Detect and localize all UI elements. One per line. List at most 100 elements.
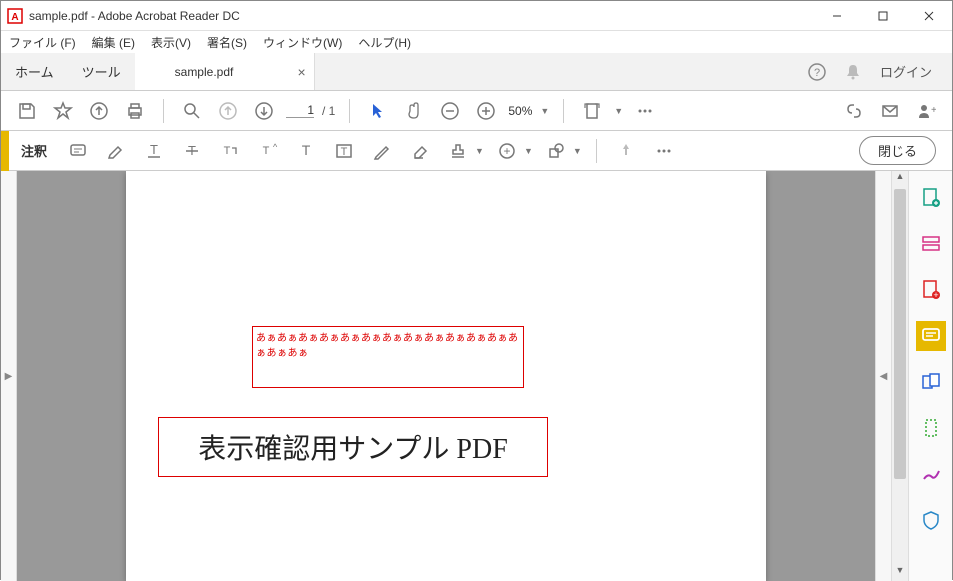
annotation-textbox-1[interactable]: あぁあぁあぁあぁあぁあぁあぁあぁあぁあぁあぁあぁあぁあぁあぁ [252, 326, 524, 388]
shapes-dropdown-icon[interactable]: ▼ [573, 146, 582, 156]
organize-pages-icon[interactable] [916, 229, 946, 259]
right-panel-handle[interactable]: ◀ [875, 171, 891, 581]
scroll-up-icon[interactable]: ▲ [892, 171, 908, 187]
zoom-in-icon[interactable] [472, 97, 500, 125]
more-tools-icon[interactable] [631, 97, 659, 125]
stamp-dropdown-icon[interactable]: ▼ [475, 146, 484, 156]
annotation-textbox-2[interactable]: 表示確認用サンプル PDF [158, 417, 548, 477]
sticky-note-icon[interactable] [63, 137, 93, 165]
vertical-scrollbar[interactable]: ▲ ▼ [891, 171, 908, 581]
page-number-input[interactable] [286, 103, 314, 118]
svg-text:+: + [931, 105, 936, 116]
tab-document-label: sample.pdf [175, 65, 234, 79]
login-button[interactable]: ログイン [880, 62, 932, 81]
fit-dropdown-icon[interactable]: ▼ [614, 106, 623, 116]
comments-panel-icon[interactable] [916, 321, 946, 351]
titlebar: A sample.pdf - Adobe Acrobat Reader DC [1, 1, 952, 31]
scroll-down-icon[interactable]: ▼ [892, 565, 908, 581]
svg-text:T: T [150, 142, 158, 157]
svg-text:T: T [341, 146, 348, 158]
window-title: sample.pdf - Adobe Acrobat Reader DC [29, 9, 814, 23]
document-viewer[interactable]: あぁあぁあぁあぁあぁあぁあぁあぁあぁあぁあぁあぁあぁあぁあぁ 表示確認用サンプル… [17, 171, 875, 581]
eraser-icon[interactable] [405, 137, 435, 165]
star-icon[interactable] [49, 97, 77, 125]
prev-page-icon[interactable] [214, 97, 242, 125]
menu-sign[interactable]: 署名(S) [203, 32, 251, 53]
save-icon[interactable] [13, 97, 41, 125]
left-panel-handle[interactable]: ▶ [1, 171, 17, 581]
app-icon: A [7, 8, 23, 24]
help-icon[interactable]: ? [808, 63, 826, 81]
next-page-icon[interactable] [250, 97, 278, 125]
pin-icon[interactable] [611, 137, 641, 165]
tab-home[interactable]: ホーム [1, 53, 68, 90]
upload-icon[interactable] [85, 97, 113, 125]
search-icon[interactable] [178, 97, 206, 125]
window-controls [814, 1, 952, 31]
bell-icon[interactable] [844, 63, 862, 81]
page-total: / 1 [322, 104, 335, 118]
menubar: ファイル (F) 編集 (E) 表示(V) 署名(S) ウィンドウ(W) ヘルプ… [1, 31, 952, 53]
menu-file[interactable]: ファイル (F) [5, 32, 80, 53]
tab-document[interactable]: sample.pdf × [135, 53, 315, 90]
annotation-text-1: あぁあぁあぁあぁあぁあぁあぁあぁあぁあぁあぁあぁあぁあぁあぁ [253, 327, 523, 361]
zoom-dropdown-icon[interactable]: ▼ [540, 106, 549, 116]
insert-text-icon[interactable]: T^ [253, 137, 283, 165]
compress-icon[interactable] [916, 413, 946, 443]
comments-label: 注釈 [21, 141, 47, 160]
create-pdf-icon[interactable]: + [916, 275, 946, 305]
fit-page-icon[interactable] [578, 97, 606, 125]
close-tab-icon[interactable]: × [297, 64, 305, 80]
strikethrough-icon[interactable]: T [177, 137, 207, 165]
main-toolbar: / 1 50% ▼ ▼ + [1, 91, 952, 131]
attach-dropdown-icon[interactable]: ▼ [524, 146, 533, 156]
zoom-value[interactable]: 50% [508, 104, 532, 118]
minimize-button[interactable] [814, 1, 860, 31]
email-icon[interactable] [876, 97, 904, 125]
shapes-icon[interactable] [541, 137, 571, 165]
menu-view[interactable]: 表示(V) [147, 32, 195, 53]
svg-text:T: T [302, 142, 311, 158]
svg-text:+: + [933, 290, 938, 300]
comments-toolbar: 注釈 T T T T^ T T ▼ + ▼ ▼ 閉じる [1, 131, 952, 171]
tools-side-panel: + [908, 171, 952, 581]
pencil-icon[interactable] [367, 137, 397, 165]
menu-window[interactable]: ウィンドウ(W) [259, 32, 346, 53]
attach-icon[interactable]: + [492, 137, 522, 165]
more-comments-icon[interactable] [649, 137, 679, 165]
share-link-icon[interactable] [840, 97, 868, 125]
share-person-icon[interactable]: + [912, 97, 940, 125]
underline-icon[interactable]: T [139, 137, 169, 165]
close-comments-button[interactable]: 閉じる [859, 136, 936, 165]
menu-help[interactable]: ヘルプ(H) [354, 32, 415, 53]
export-pdf-icon[interactable] [916, 183, 946, 213]
svg-text:^: ^ [273, 142, 278, 152]
pdf-page: あぁあぁあぁあぁあぁあぁあぁあぁあぁあぁあぁあぁあぁあぁあぁ 表示確認用サンプル… [126, 171, 766, 581]
svg-text:T: T [224, 145, 231, 157]
highlight-icon[interactable] [101, 137, 131, 165]
tabbar: ホーム ツール sample.pdf × ? ログイン [1, 53, 952, 91]
toolbar-marker [1, 131, 9, 171]
svg-text:+: + [503, 144, 510, 158]
pointer-icon[interactable] [364, 97, 392, 125]
maximize-button[interactable] [860, 1, 906, 31]
menu-edit[interactable]: 編集 (E) [88, 32, 139, 53]
protect-icon[interactable] [916, 505, 946, 535]
zoom-out-icon[interactable] [436, 97, 464, 125]
replace-text-icon[interactable]: T [215, 137, 245, 165]
content-area: ▶ あぁあぁあぁあぁあぁあぁあぁあぁあぁあぁあぁあぁあぁあぁあぁ 表示確認用サン… [1, 171, 952, 581]
stamp-icon[interactable] [443, 137, 473, 165]
text-box-icon[interactable]: T [329, 137, 359, 165]
add-text-icon[interactable]: T [291, 137, 321, 165]
close-window-button[interactable] [906, 1, 952, 31]
combine-files-icon[interactable] [916, 367, 946, 397]
tab-tools[interactable]: ツール [68, 53, 135, 90]
svg-text:T: T [263, 145, 270, 157]
svg-text:A: A [11, 12, 18, 23]
hand-icon[interactable] [400, 97, 428, 125]
chevron-left-icon: ◀ [880, 371, 888, 382]
print-icon[interactable] [121, 97, 149, 125]
fill-sign-icon[interactable] [916, 459, 946, 489]
svg-text:?: ? [814, 67, 820, 79]
scroll-thumb[interactable] [894, 189, 906, 479]
